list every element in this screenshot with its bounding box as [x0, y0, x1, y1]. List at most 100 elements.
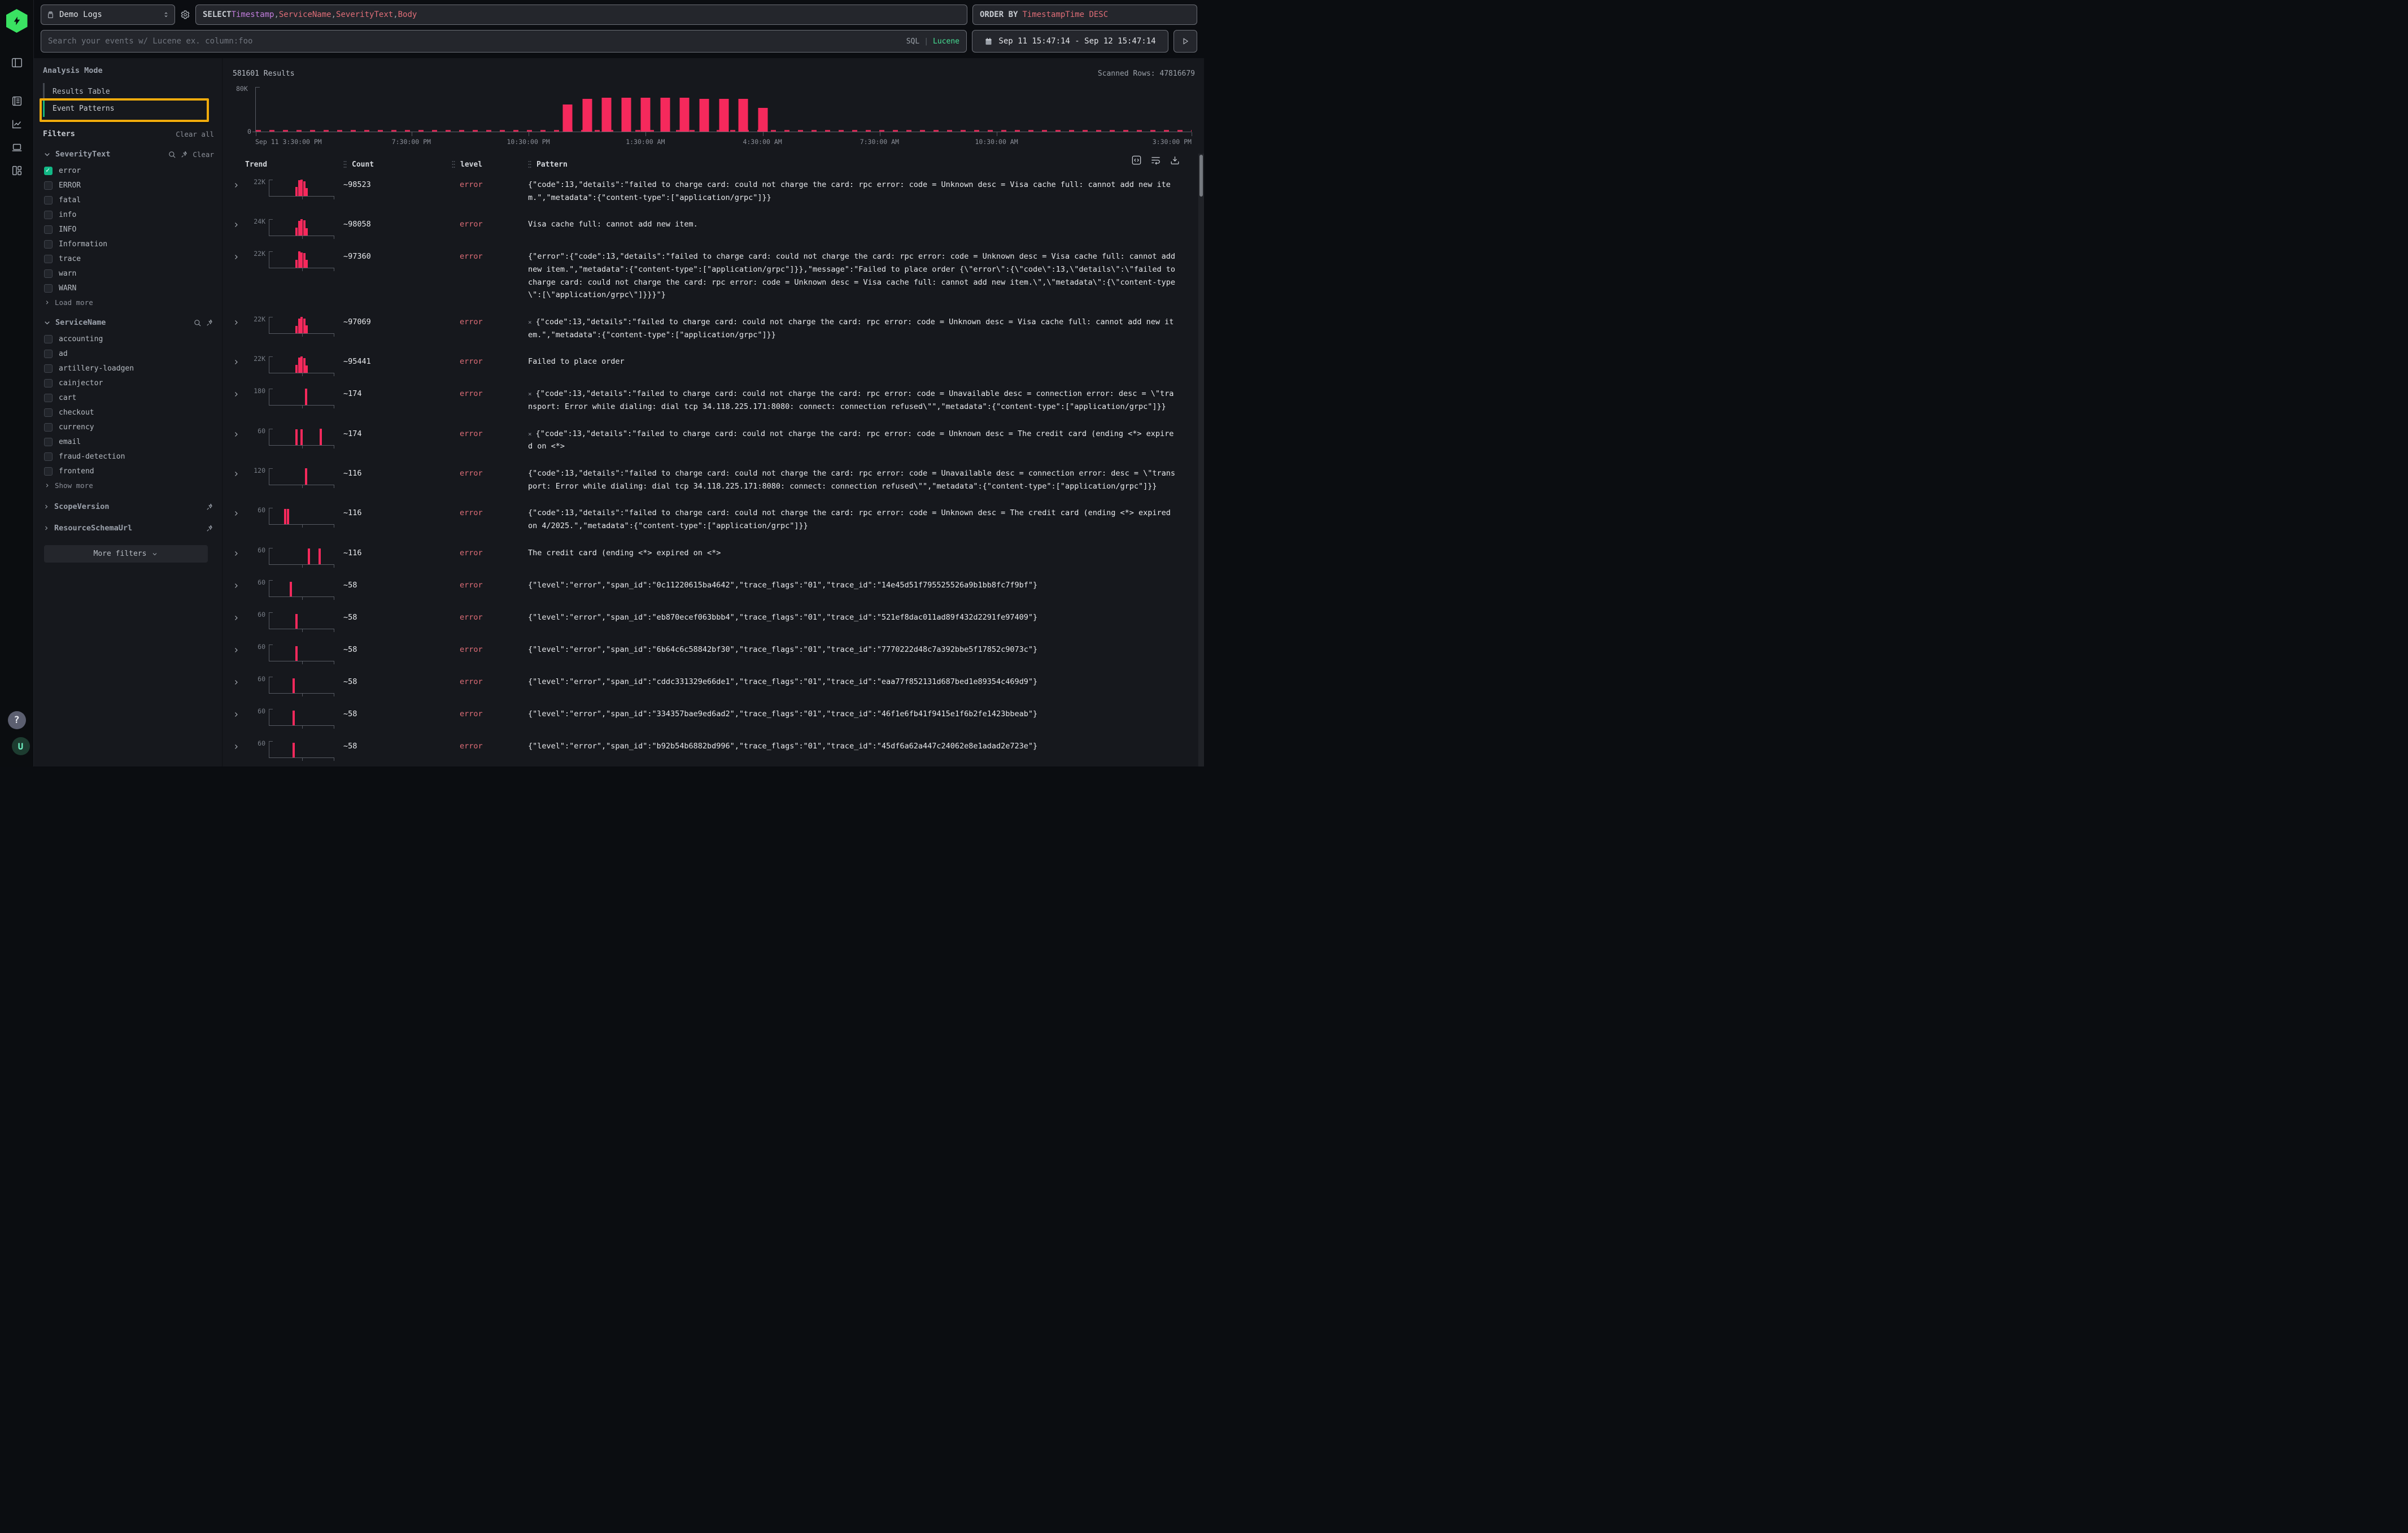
checkbox[interactable] [44, 225, 53, 234]
download-icon[interactable] [1170, 155, 1180, 166]
table-row[interactable]: 22K ~97069 error ×{"code":13,"details":"… [233, 309, 1195, 349]
column-drag-handle-icon[interactable] [343, 160, 347, 168]
severity-clear-link[interactable]: Clear [193, 150, 214, 159]
column-drag-handle-icon[interactable] [528, 160, 531, 168]
checkbox[interactable] [44, 167, 53, 175]
checkbox[interactable] [44, 211, 53, 219]
select-clause-input[interactable]: SELECT Timestamp, ServiceName, SeverityT… [195, 5, 967, 25]
dashboards-icon[interactable] [11, 164, 23, 177]
expand-row-icon[interactable] [233, 678, 245, 686]
checkbox[interactable] [44, 423, 53, 432]
severity-group-name[interactable]: SeverityText [55, 150, 111, 159]
pin-icon[interactable] [206, 319, 214, 327]
checkbox[interactable] [44, 255, 53, 263]
checkbox[interactable] [44, 196, 53, 204]
filter-option-INFO[interactable]: INFO [43, 222, 214, 237]
checkbox[interactable] [44, 394, 53, 402]
view-source-icon[interactable] [1131, 155, 1142, 166]
table-row[interactable]: 60 ~58 error {"level":"error","span_id":… [233, 733, 1195, 765]
table-row[interactable]: 60 ~58 error {"level":"error","span_id":… [233, 572, 1195, 604]
filter-option-trace[interactable]: trace [43, 251, 214, 266]
filter-option-frontend[interactable]: frontend [43, 464, 214, 478]
expand-row-icon[interactable] [233, 430, 245, 438]
table-row[interactable]: 60 ~174 error ×{"code":13,"details":"fai… [233, 421, 1195, 460]
checkbox[interactable] [44, 335, 53, 343]
column-drag-handle-icon[interactable] [452, 160, 455, 168]
user-avatar[interactable]: U [12, 737, 30, 755]
expand-row-icon[interactable] [233, 181, 245, 189]
chart-explorer-icon[interactable] [11, 118, 23, 130]
filter-group-ResourceSchemaUrl[interactable]: ResourceSchemaUrl [43, 524, 214, 533]
table-row[interactable]: 60 ~116 error The credit card (ending <*… [233, 540, 1195, 572]
filter-option-info[interactable]: info [43, 207, 214, 222]
expand-row-icon[interactable] [233, 550, 245, 558]
checkbox[interactable] [44, 379, 53, 387]
scrollbar-track[interactable] [1198, 154, 1204, 766]
checkbox[interactable] [44, 452, 53, 461]
checkbox[interactable] [44, 181, 53, 190]
table-row[interactable]: 60 ~58 error {"level":"error","span_id":… [233, 637, 1195, 669]
table-row[interactable]: 60 ~58 error {"level":"error","span_id":… [233, 669, 1195, 701]
filter-option-error[interactable]: error [43, 163, 214, 178]
filter-option-artillery-loadgen[interactable]: artillery-loadgen [43, 361, 214, 376]
expand-row-icon[interactable] [233, 253, 245, 261]
more-filters-button[interactable]: More filters [44, 545, 208, 563]
hyperdx-logo-icon[interactable] [6, 9, 28, 33]
chevron-down-icon[interactable] [43, 150, 51, 159]
checkbox[interactable] [44, 240, 53, 249]
checkbox[interactable] [44, 284, 53, 293]
filter-option-accounting[interactable]: accounting [43, 332, 214, 346]
filter-option-email[interactable]: email [43, 434, 214, 449]
filter-option-fraud-detection[interactable]: fraud-detection [43, 449, 214, 464]
search-input[interactable] [48, 37, 906, 46]
expand-row-icon[interactable] [233, 509, 245, 517]
tab-results-table[interactable]: Results Table [43, 83, 214, 100]
clear-all-link[interactable]: Clear all [176, 130, 214, 138]
filter-option-warn[interactable]: warn [43, 266, 214, 281]
table-row[interactable]: 60 ~58 error {"level":"error","span_id":… [233, 604, 1195, 637]
filter-option-WARN[interactable]: WARN [43, 281, 214, 295]
filter-option-ad[interactable]: ad [43, 346, 214, 361]
date-range-picker[interactable]: Sep 11 15:47:14 - Sep 12 15:47:14 [972, 30, 1168, 53]
checkbox[interactable] [44, 467, 53, 476]
column-header-count[interactable]: Count [343, 160, 452, 169]
sessions-icon[interactable] [11, 141, 23, 154]
run-query-button[interactable] [1174, 30, 1197, 53]
table-row[interactable]: 180 ~174 error ×{"code":13,"details":"fa… [233, 381, 1195, 420]
filter-option-checkout[interactable]: checkout [43, 405, 214, 420]
sidebar-toggle-icon[interactable] [11, 56, 23, 69]
source-settings-gear-icon[interactable] [180, 10, 190, 20]
expand-row-icon[interactable] [233, 319, 245, 326]
filter-option-currency[interactable]: currency [43, 420, 214, 434]
filter-option-cart[interactable]: cart [43, 390, 214, 405]
pin-icon[interactable] [206, 524, 214, 533]
search-logs-icon[interactable] [11, 95, 23, 107]
service-group-name[interactable]: ServiceName [55, 318, 106, 327]
order-by-input[interactable]: ORDER BY TimestampTime DESC [972, 5, 1197, 25]
mode-sql[interactable]: SQL [906, 37, 919, 46]
filter-group-ScopeVersion[interactable]: ScopeVersion [43, 502, 214, 511]
expand-row-icon[interactable] [233, 221, 245, 229]
pin-icon[interactable] [206, 503, 214, 511]
table-row[interactable]: 120 ~116 error {"code":13,"details":"fai… [233, 460, 1195, 500]
expand-row-icon[interactable] [233, 582, 245, 590]
source-select[interactable]: Demo Logs [41, 5, 175, 25]
column-header-pattern[interactable]: Pattern [528, 160, 1195, 169]
filter-option-Information[interactable]: Information [43, 237, 214, 251]
search-icon[interactable] [193, 319, 202, 327]
table-row[interactable]: 60 ~58 error {"level":"error","span_id":… [233, 701, 1195, 733]
table-row[interactable]: 24K ~98058 error Visa cache full: cannot… [233, 211, 1195, 243]
scrollbar-thumb[interactable] [1199, 155, 1203, 197]
checkbox[interactable] [44, 408, 53, 417]
chevron-down-icon[interactable] [43, 319, 51, 327]
column-header-trend[interactable]: Trend [245, 160, 343, 169]
filter-option-ERROR[interactable]: ERROR [43, 178, 214, 193]
checkbox[interactable] [44, 269, 53, 278]
expand-row-icon[interactable] [233, 390, 245, 398]
expand-row-icon[interactable] [233, 646, 245, 654]
column-header-level[interactable]: level [452, 160, 528, 169]
filter-option-fatal[interactable]: fatal [43, 193, 214, 207]
checkbox[interactable] [44, 350, 53, 358]
search-icon[interactable] [168, 150, 176, 159]
expand-row-icon[interactable] [233, 711, 245, 718]
